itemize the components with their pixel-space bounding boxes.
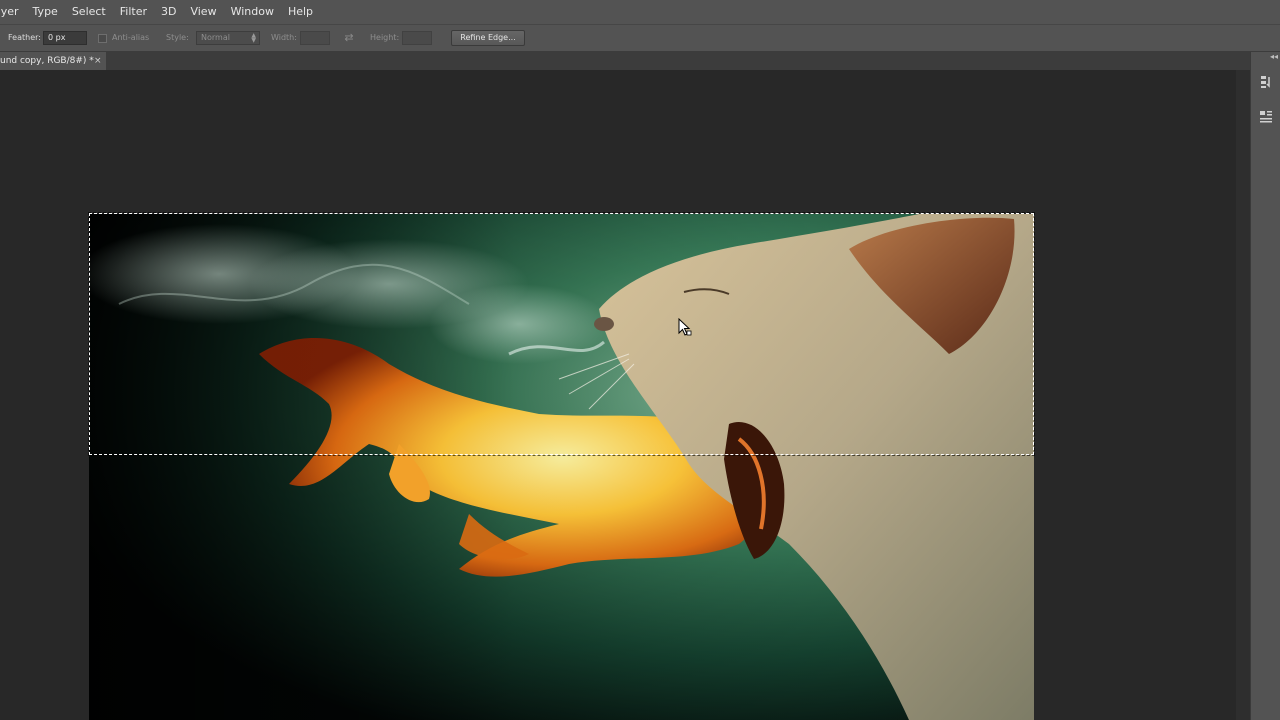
menu-filter[interactable]: Filter: [113, 0, 154, 24]
menu-window[interactable]: Window: [224, 0, 281, 24]
document-tab-bar: und copy, RGB/8#) * ×: [0, 52, 1250, 70]
menu-3d[interactable]: 3D: [154, 0, 183, 24]
move-cursor-icon: [678, 317, 692, 338]
refine-edge-button[interactable]: Refine Edge...: [451, 30, 525, 46]
swap-width-height-icon[interactable]: ⇄: [342, 31, 356, 45]
marquee-selection[interactable]: [88, 212, 1035, 456]
menu-select[interactable]: Select: [65, 0, 113, 24]
workspace-scroll-strip[interactable]: [1236, 70, 1250, 720]
menu-bar: ayer Type Select Filter 3D View Window H…: [0, 0, 1280, 24]
document-tab-title: und copy, RGB/8#) *: [0, 56, 94, 66]
menu-type[interactable]: Type: [26, 0, 65, 24]
height-input[interactable]: [402, 31, 432, 45]
panel-dock: [1250, 52, 1280, 720]
feather-label: Feather:: [8, 33, 41, 42]
style-select[interactable]: Normal ▲ ▼: [196, 31, 260, 45]
feather-input[interactable]: 0 px: [43, 31, 87, 45]
select-arrows-icon: ▲ ▼: [251, 32, 256, 44]
tool-options-bar: Feather: 0 px Anti-alias Style: Normal ▲…: [0, 24, 1280, 52]
properties-panel-icon[interactable]: [1258, 108, 1274, 124]
menu-help[interactable]: Help: [281, 0, 320, 24]
menu-layer[interactable]: ayer: [0, 0, 26, 24]
width-input[interactable]: [300, 31, 330, 45]
document-tab[interactable]: und copy, RGB/8#) * ×: [0, 52, 106, 70]
antialias-checkbox[interactable]: [98, 34, 107, 43]
height-label: Height:: [370, 33, 400, 42]
history-panel-icon[interactable]: [1258, 74, 1274, 90]
antialias-label: Anti-alias: [112, 33, 150, 42]
panel-collapse-icon[interactable]: ◂◂: [1250, 52, 1280, 66]
style-label: Style:: [166, 33, 189, 42]
menu-view[interactable]: View: [183, 0, 223, 24]
close-icon[interactable]: ×: [94, 52, 102, 70]
style-select-value: Normal: [201, 33, 230, 42]
width-label: Width:: [271, 33, 297, 42]
